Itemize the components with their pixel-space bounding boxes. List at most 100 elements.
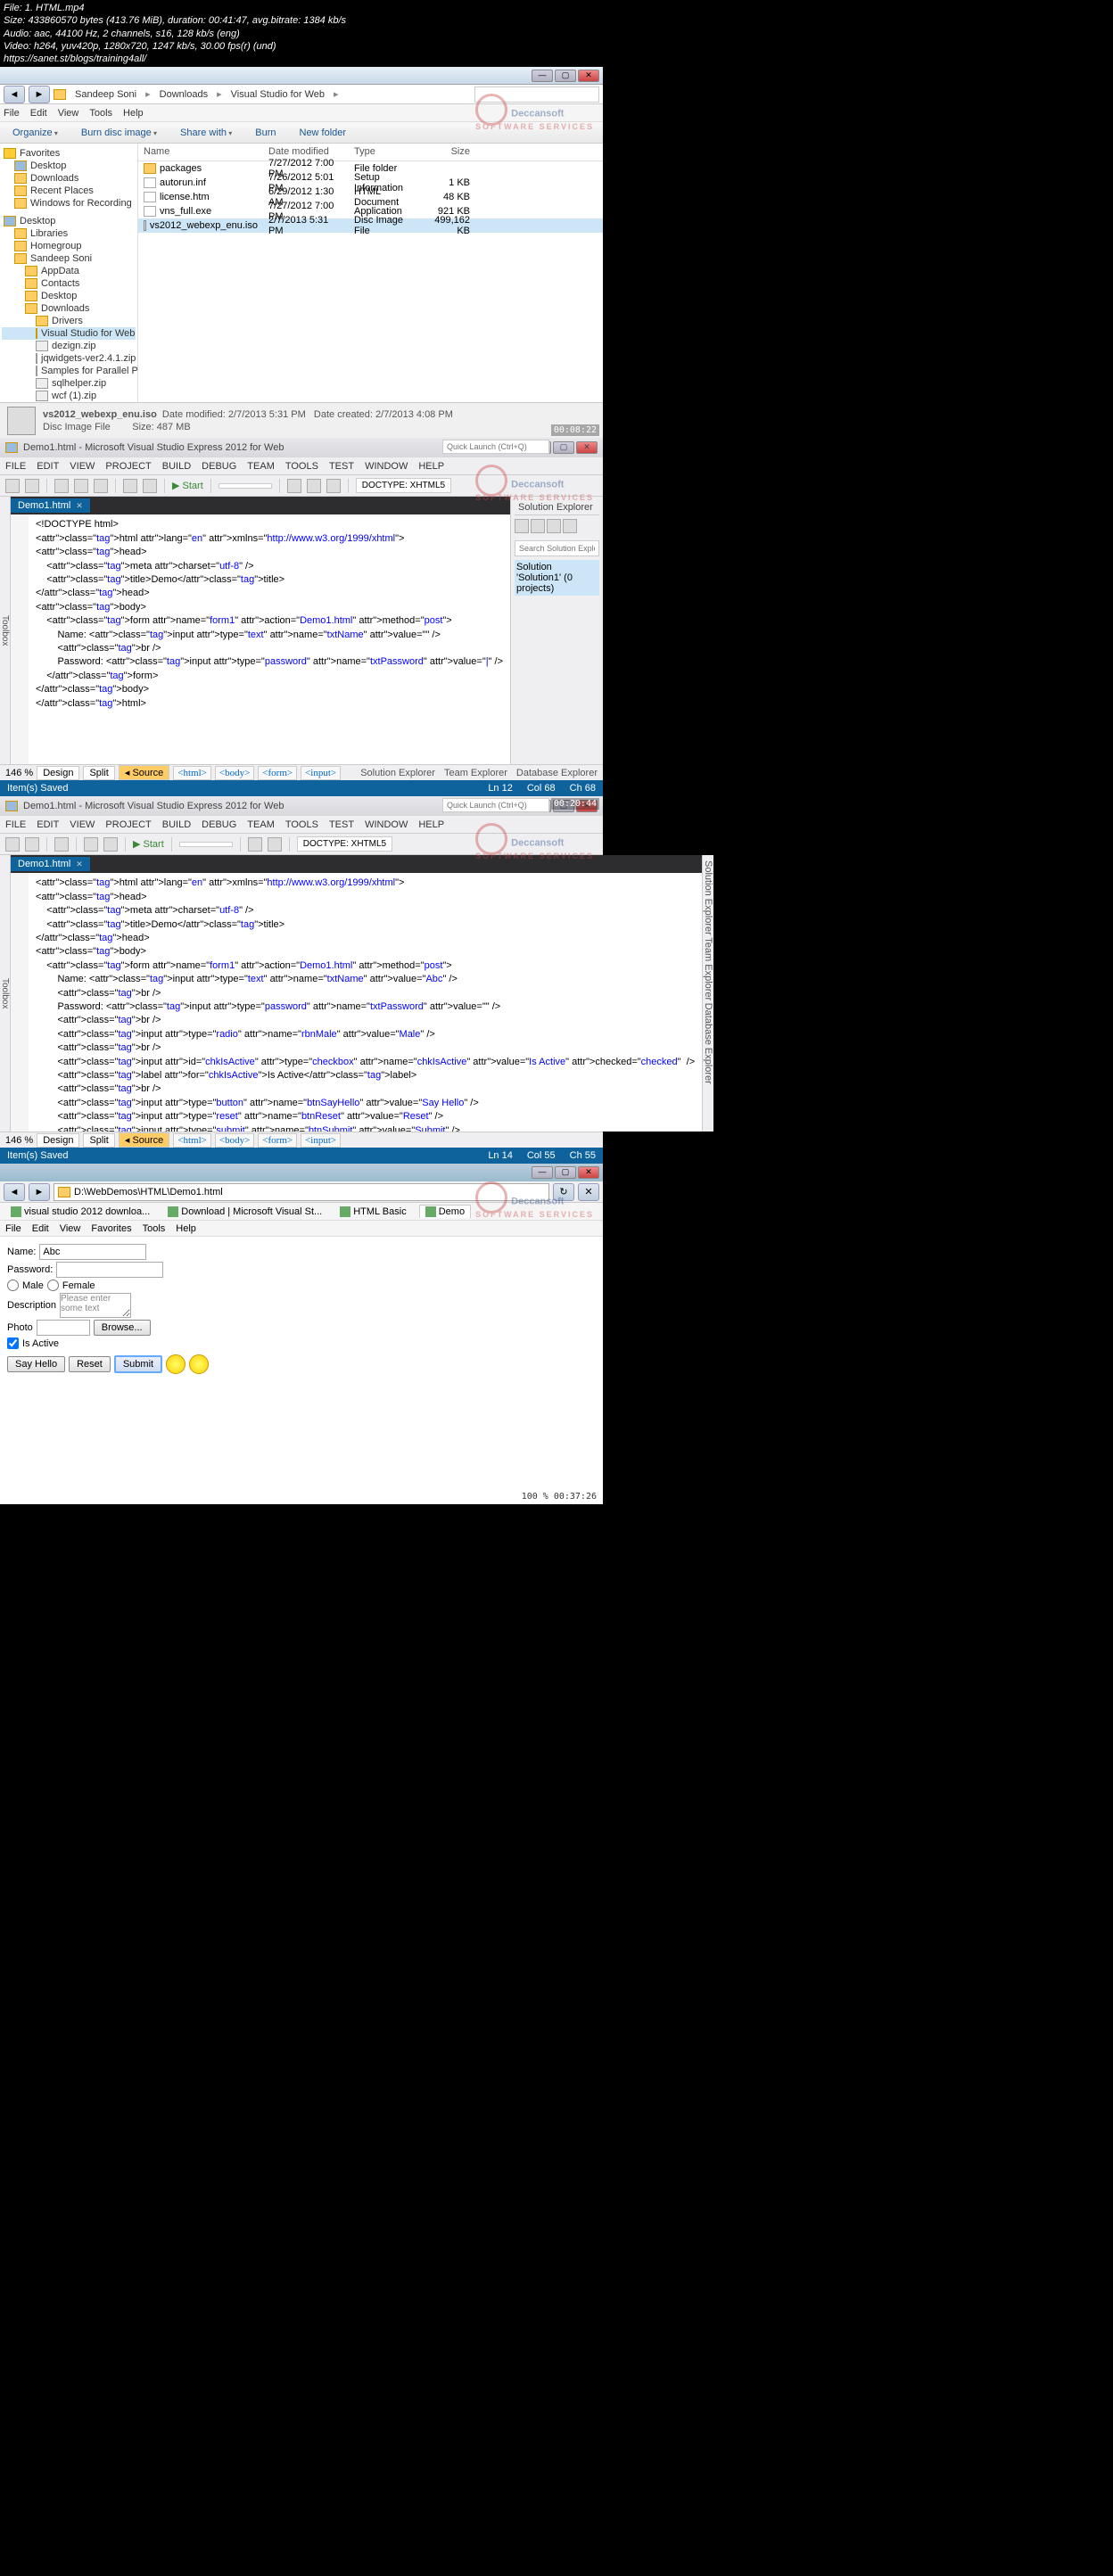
menu-view[interactable]: VIEW (70, 461, 95, 472)
nav-item[interactable]: dezign.zip (52, 341, 96, 351)
active-checkbox[interactable] (7, 1337, 19, 1349)
tab-demo1[interactable]: Demo1.html✕ (11, 498, 90, 513)
column-name[interactable]: Name (138, 144, 263, 160)
maximize-button[interactable]: ▢ (555, 70, 576, 82)
open-icon[interactable] (74, 479, 88, 493)
breadcrumb-item[interactable]: Visual Studio for Web (226, 87, 330, 102)
file-row[interactable]: license.htm6/29/2012 1:30 AMHTML Documen… (138, 190, 603, 204)
close-button[interactable]: ✕ (576, 441, 598, 454)
redo-icon[interactable] (143, 479, 157, 493)
nav-item[interactable]: Downloads (30, 173, 78, 184)
code-editor[interactable]: <attr">class="tag">html attr">lang="en" … (11, 873, 702, 1132)
menu-tools[interactable]: TOOLS (285, 819, 318, 830)
tool-icon[interactable] (287, 479, 301, 493)
male-radio[interactable] (7, 1280, 19, 1291)
fav-item[interactable]: Download | Microsoft Visual St... (162, 1206, 327, 1218)
menu-edit[interactable]: Edit (32, 1223, 49, 1234)
tab-solution-explorer[interactable]: Solution Explorer (360, 768, 435, 778)
menu-file[interactable]: FILE (5, 819, 26, 830)
tab-demo1[interactable]: Demo1.html✕ (11, 857, 90, 871)
fav-item[interactable]: HTML Basic (334, 1206, 412, 1218)
breadcrumb[interactable]: ◄ ► Sandeep Soni▸ Downloads▸ Visual Stud… (0, 85, 603, 104)
save-icon[interactable] (94, 479, 108, 493)
nav-item[interactable]: Visual Studio for Web (41, 328, 135, 339)
forward-button[interactable]: ► (29, 1183, 50, 1201)
tool-icon[interactable] (326, 479, 341, 493)
config-dropdown[interactable] (179, 842, 233, 847)
menu-tools[interactable]: TOOLS (285, 461, 318, 472)
new-folder-button[interactable]: New folder (293, 126, 354, 140)
nav-favorites[interactable]: Favorites (20, 148, 60, 159)
back-button[interactable]: ◄ (4, 86, 25, 103)
nav-item[interactable]: Contacts (41, 278, 79, 289)
tag-path[interactable]: <form> (258, 766, 297, 780)
tool-icon[interactable] (307, 479, 321, 493)
doctype-dropdown[interactable]: DOCTYPE: XHTML5 (297, 836, 392, 852)
close-tab-icon[interactable]: ✕ (76, 860, 83, 869)
split-button[interactable]: Split (83, 1133, 114, 1148)
forward-icon[interactable] (25, 837, 39, 852)
nav-item[interactable]: Samples for Parallel Programming with (41, 366, 138, 376)
back-icon[interactable] (5, 479, 20, 493)
menu-team[interactable]: TEAM (247, 819, 275, 830)
nav-item[interactable]: Sandeep Soni (30, 253, 92, 264)
menu-view[interactable]: View (58, 108, 79, 119)
nav-item[interactable]: Homegroup (30, 241, 81, 251)
nav-item[interactable]: Desktop (20, 216, 55, 226)
menu-help[interactable]: Help (176, 1223, 196, 1234)
nav-item[interactable]: sqlhelper.zip (52, 378, 106, 389)
menu-tools[interactable]: Tools (89, 108, 112, 119)
navigation-pane[interactable]: Favorites Desktop Downloads Recent Place… (0, 144, 138, 402)
vs-titlebar[interactable]: Demo1.html - Microsoft Visual Studio Exp… (0, 438, 603, 457)
solution-search-input[interactable] (515, 540, 599, 556)
tag-path[interactable]: <html> (173, 1133, 211, 1148)
toolbox-tab[interactable]: Toolbox (0, 855, 11, 1132)
quick-launch-input[interactable] (442, 798, 549, 812)
save-icon[interactable] (54, 837, 69, 852)
close-button[interactable]: ✕ (578, 70, 599, 82)
tag-path[interactable]: <input> (301, 1133, 341, 1148)
tab-team-explorer[interactable]: Team Explorer (444, 768, 507, 778)
solution-item[interactable]: Solution 'Solution1' (0 projects) (515, 560, 599, 596)
nav-item[interactable]: Desktop (41, 291, 77, 301)
menu-file[interactable]: File (5, 1223, 21, 1234)
minimize-button[interactable]: — (532, 1166, 553, 1179)
menu-file[interactable]: File (4, 108, 20, 119)
menu-project[interactable]: PROJECT (105, 819, 151, 830)
refresh-icon[interactable] (531, 519, 545, 533)
breadcrumb-item[interactable]: Sandeep Soni (70, 87, 142, 102)
burn-button[interactable]: Burn (248, 126, 283, 140)
maximize-button[interactable]: ▢ (553, 441, 574, 454)
toolbox-tab[interactable]: Toolbox (0, 497, 11, 764)
vs-titlebar[interactable]: Demo1.html - Microsoft Visual Studio Exp… (0, 796, 603, 816)
file-row[interactable]: vs2012_webexp_enu.iso2/7/2013 5:31 PMDis… (138, 218, 603, 233)
fav-item[interactable]: visual studio 2012 downloa... (5, 1206, 155, 1218)
nav-item[interactable]: AppData (41, 266, 79, 276)
sayhello-button[interactable]: Say Hello (7, 1356, 65, 1372)
tag-path[interactable]: <form> (258, 1133, 297, 1148)
tab-database-explorer[interactable]: Database Explorer (516, 768, 598, 778)
column-type[interactable]: Type (349, 144, 422, 160)
undo-icon[interactable] (84, 837, 98, 852)
menu-tools[interactable]: Tools (143, 1223, 166, 1234)
nav-item[interactable]: wcf (1).zip (52, 391, 96, 401)
browse-button[interactable]: Browse... (94, 1320, 151, 1336)
breadcrumb-item[interactable]: Downloads (154, 87, 213, 102)
forward-icon[interactable] (25, 479, 39, 493)
nav-item[interactable]: Recent Places (30, 185, 94, 196)
burn-disc-button[interactable]: Burn disc image (74, 126, 164, 140)
home-icon[interactable] (515, 519, 529, 533)
file-input[interactable] (37, 1320, 90, 1336)
design-button[interactable]: Design (37, 1133, 79, 1148)
design-button[interactable]: Design (37, 766, 79, 780)
close-tab-icon[interactable]: ✕ (76, 501, 83, 511)
tag-path[interactable]: <body> (215, 1133, 254, 1148)
nav-item[interactable]: Downloads (41, 303, 89, 314)
menu-debug[interactable]: DEBUG (202, 819, 236, 830)
explorer-titlebar[interactable]: — ▢ ✕ (0, 67, 603, 85)
nav-item[interactable]: Drivers (52, 316, 83, 326)
tag-path[interactable]: <input> (301, 766, 341, 780)
redo-icon[interactable] (103, 837, 118, 852)
back-icon[interactable] (5, 837, 20, 852)
stop-button[interactable]: ✕ (578, 1183, 599, 1201)
